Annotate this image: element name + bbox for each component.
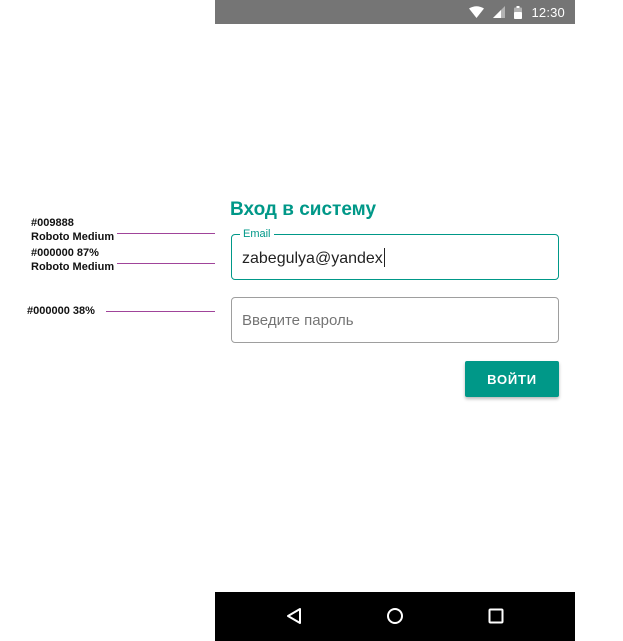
input-font-note: Roboto Medium xyxy=(31,261,115,273)
input-spec-annotation: #000000 87% Roboto Medium xyxy=(31,246,114,274)
email-value: zabegulya@yandex xyxy=(242,250,383,267)
login-button[interactable]: ВОЙТИ xyxy=(465,361,559,397)
back-icon[interactable] xyxy=(285,606,305,626)
email-label: Email xyxy=(240,227,274,241)
label-spec-annotation: #009888 Roboto Medium xyxy=(31,216,114,244)
recents-icon[interactable] xyxy=(486,606,506,626)
placeholder-color-note: #000000 38% xyxy=(27,305,95,317)
phone-screen: 12:30 Вход в систему Email zabegulya@yan… xyxy=(215,0,575,641)
placeholder-leader-line xyxy=(106,311,233,312)
password-field[interactable]: Введите пароль xyxy=(231,297,559,343)
login-title: Вход в систему xyxy=(230,199,377,220)
status-time: 12:30 xyxy=(531,4,565,20)
spec-canvas: #009888 Roboto Medium #000000 87% Roboto… xyxy=(0,0,623,641)
home-icon[interactable] xyxy=(385,606,405,626)
password-placeholder: Введите пароль xyxy=(242,312,354,329)
email-input[interactable]: zabegulya@yandex xyxy=(242,248,385,269)
navigation-bar xyxy=(215,592,575,641)
label-font-note: Roboto Medium xyxy=(31,231,115,243)
battery-icon xyxy=(514,5,523,19)
text-cursor xyxy=(383,248,385,267)
placeholder-spec-annotation: #000000 38% xyxy=(27,304,95,318)
status-bar: 12:30 xyxy=(215,0,575,24)
email-field[interactable]: Email zabegulya@yandex xyxy=(231,227,559,280)
label-color-note: #009888 xyxy=(31,217,74,229)
signal-icon xyxy=(493,6,506,18)
input-color-note: #000000 87% xyxy=(31,247,99,259)
wifi-icon xyxy=(469,6,485,18)
status-icons: 12:30 xyxy=(469,0,565,24)
